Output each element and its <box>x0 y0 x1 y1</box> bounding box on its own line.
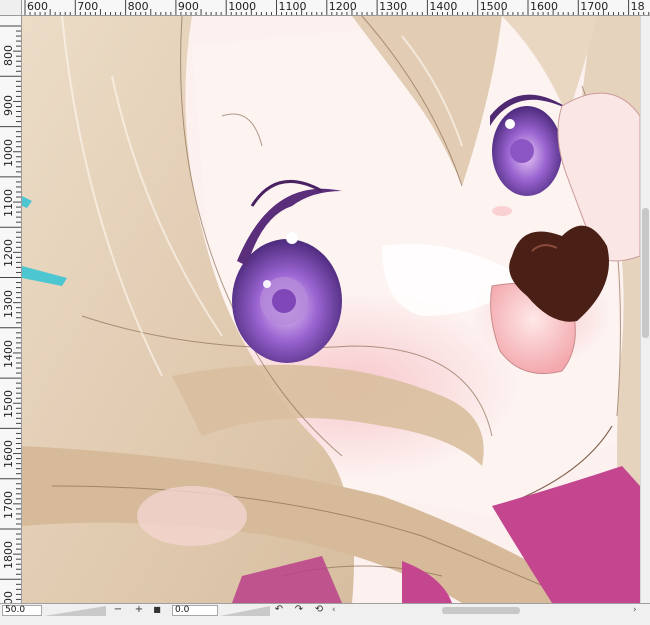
vertical-scrollbar-thumb[interactable] <box>642 208 649 338</box>
ruler-label: 1300 <box>379 0 408 13</box>
horizontal-scrollbar[interactable] <box>342 605 630 616</box>
ruler-label: 1100 <box>2 188 15 217</box>
ruler-label: 900 <box>177 0 199 13</box>
ruler-label: 1000 <box>228 0 257 13</box>
horizontal-ruler: 600 700 800 900 1000 1100 1200 1300 1400 1500 1600… <box>0 0 650 16</box>
scroll-right-arrow-icon[interactable]: › <box>633 604 637 616</box>
navigator-status-bar: 50.0 − + ■ 0.0 ↶ ↷ ⟲ ‹ › <box>0 603 650 617</box>
ruler-label: 600 <box>27 0 48 13</box>
vertical-ruler: 800 900 1000 1100 1200 1300 1400 1500 1600 1700 18… <box>0 16 22 603</box>
ruler-label: 18 <box>630 0 645 13</box>
ruler-label: 1600 <box>530 0 558 13</box>
vertical-scrollbar[interactable] <box>640 16 650 603</box>
ruler-label: 1500 <box>2 390 15 419</box>
ruler-label: 1300 <box>2 289 15 318</box>
ruler-corner <box>0 0 22 16</box>
artwork-illustration <box>22 16 640 603</box>
rotation-input[interactable]: 0.0 <box>172 605 218 616</box>
ruler-label: 1000 <box>2 138 15 167</box>
rotate-left-button[interactable]: ↶ <box>272 604 286 616</box>
ruler-label: 1700 <box>2 490 15 519</box>
ruler-label: 1500 <box>479 0 508 13</box>
ruler-label: 1800 <box>2 541 15 569</box>
horizontal-scrollbar-thumb[interactable] <box>442 607 520 614</box>
fit-to-window-button[interactable]: ■ <box>150 604 164 616</box>
scroll-left-arrow-icon[interactable]: ‹ <box>332 604 336 616</box>
ruler-label: 900 <box>2 95 15 117</box>
ruler-label: 1600 <box>2 440 15 469</box>
ruler-label: 1700 <box>580 0 609 13</box>
ruler-label: 1100 <box>278 0 307 13</box>
ruler-label: 1200 <box>2 239 15 268</box>
drawing-canvas[interactable] <box>22 16 640 603</box>
ruler-label: 1400 <box>2 339 15 368</box>
zoom-out-button[interactable]: − <box>111 604 125 616</box>
ruler-label: 800 <box>127 0 149 13</box>
window-footer <box>0 617 650 625</box>
zoom-input[interactable]: 50.0 <box>2 605 42 616</box>
rotate-right-button[interactable]: ↷ <box>292 604 306 616</box>
ruler-label: 800 <box>2 45 15 66</box>
zoom-slider[interactable] <box>44 606 106 616</box>
ruler-label: 700 <box>77 0 99 13</box>
reset-rotation-button[interactable]: ⟲ <box>312 604 326 616</box>
zoom-in-button[interactable]: + <box>132 604 146 616</box>
ruler-label: 1200 <box>328 0 357 13</box>
rotation-slider[interactable] <box>220 606 270 616</box>
ruler-label: 1900 <box>2 591 15 603</box>
ruler-label: 1400 <box>429 0 458 13</box>
